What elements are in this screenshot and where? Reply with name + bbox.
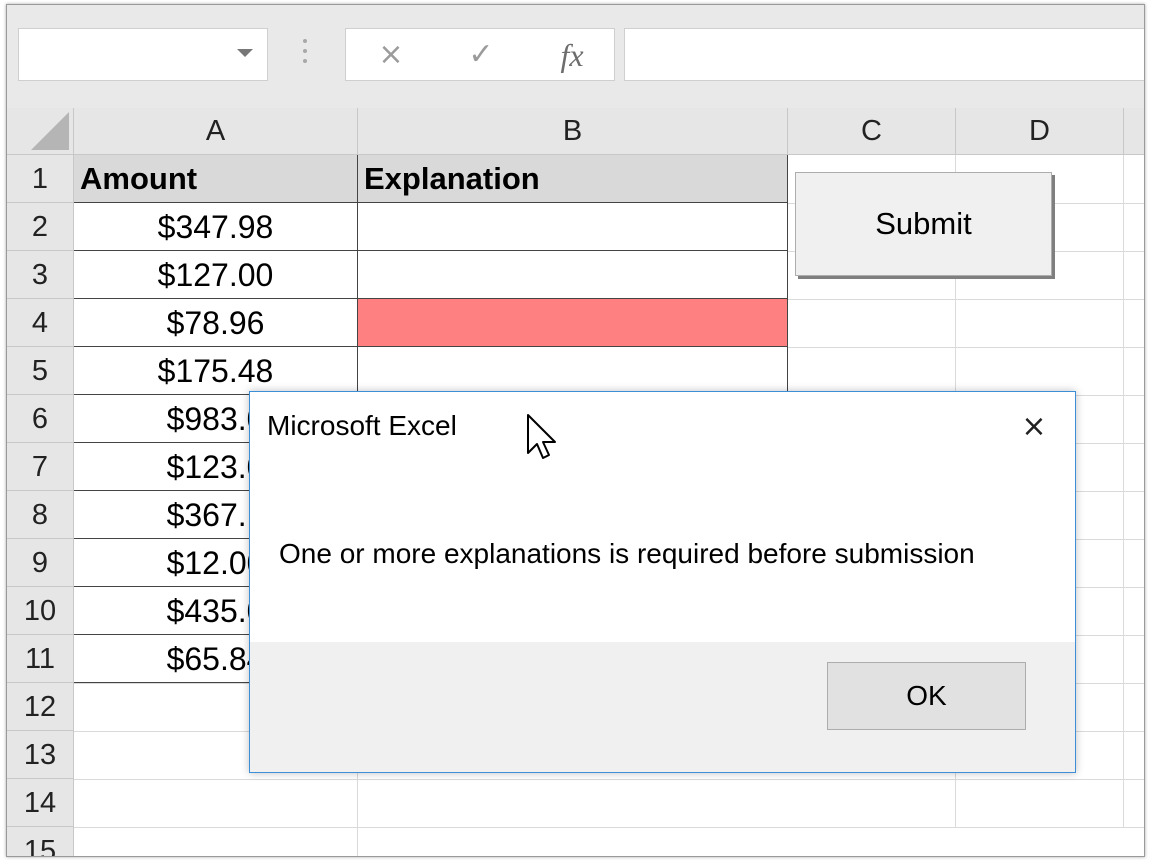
- explanation-cell[interactable]: [358, 203, 788, 251]
- insert-function-icon[interactable]: fx: [552, 37, 592, 73]
- row-header-6[interactable]: 6: [7, 395, 74, 443]
- dialog-title: Microsoft Excel: [267, 410, 457, 441]
- row-header-5[interactable]: 5: [7, 347, 74, 395]
- row-header-15[interactable]: 15: [7, 827, 74, 856]
- mouse-pointer-icon: [527, 414, 556, 459]
- column-header-a[interactable]: A: [74, 108, 358, 155]
- enter-icon[interactable]: ✓: [461, 37, 501, 73]
- submit-button[interactable]: Submit: [795, 172, 1052, 276]
- amount-cell[interactable]: $347.98: [74, 203, 358, 251]
- row-header-4[interactable]: 4: [7, 299, 74, 347]
- formula-input[interactable]: [624, 28, 1144, 81]
- row-header-9[interactable]: 9: [7, 539, 74, 587]
- column-header-e[interactable]: [1124, 108, 1144, 155]
- header-cell-amount[interactable]: Amount: [74, 155, 358, 203]
- explanation-cell[interactable]: [358, 251, 788, 299]
- cancel-icon[interactable]: ×: [371, 37, 411, 73]
- grip-handle[interactable]: [303, 39, 307, 71]
- row-header-12[interactable]: 12: [7, 683, 74, 731]
- column-header-d[interactable]: D: [956, 108, 1124, 155]
- row-header-3[interactable]: 3: [7, 251, 74, 299]
- row-header-1[interactable]: 1: [7, 155, 74, 203]
- row-header-13[interactable]: 13: [7, 731, 74, 779]
- amount-cell[interactable]: $127.00: [74, 251, 358, 299]
- name-box[interactable]: [18, 28, 268, 81]
- row-header-11[interactable]: 11: [7, 635, 74, 683]
- close-icon[interactable]: ×: [1017, 410, 1051, 444]
- message-dialog: Microsoft Excel × One or more explanatio…: [249, 391, 1076, 773]
- formula-buttons: × ✓ fx: [345, 28, 615, 81]
- chevron-down-icon[interactable]: [237, 49, 253, 57]
- row-header-8[interactable]: 8: [7, 491, 74, 539]
- amount-cell[interactable]: $175.48: [74, 347, 358, 395]
- amount-cell[interactable]: $78.96: [74, 299, 358, 347]
- row-header-10[interactable]: 10: [7, 587, 74, 635]
- explanation-cell-highlighted[interactable]: [358, 299, 788, 347]
- explanation-cell[interactable]: [358, 347, 788, 395]
- column-header-c[interactable]: C: [788, 108, 956, 155]
- select-all-button[interactable]: [7, 108, 74, 155]
- dialog-message: One or more explanations is required bef…: [279, 538, 975, 569]
- dialog-footer: OK: [250, 642, 1075, 772]
- ok-button[interactable]: OK: [827, 662, 1026, 730]
- row-header-2[interactable]: 2: [7, 203, 74, 251]
- header-cell-explanation[interactable]: Explanation: [358, 155, 788, 203]
- row-header-14[interactable]: 14: [7, 779, 74, 827]
- formula-toolbar: × ✓ fx: [7, 5, 1144, 108]
- column-header-b[interactable]: B: [358, 108, 788, 155]
- row-header-7[interactable]: 7: [7, 443, 74, 491]
